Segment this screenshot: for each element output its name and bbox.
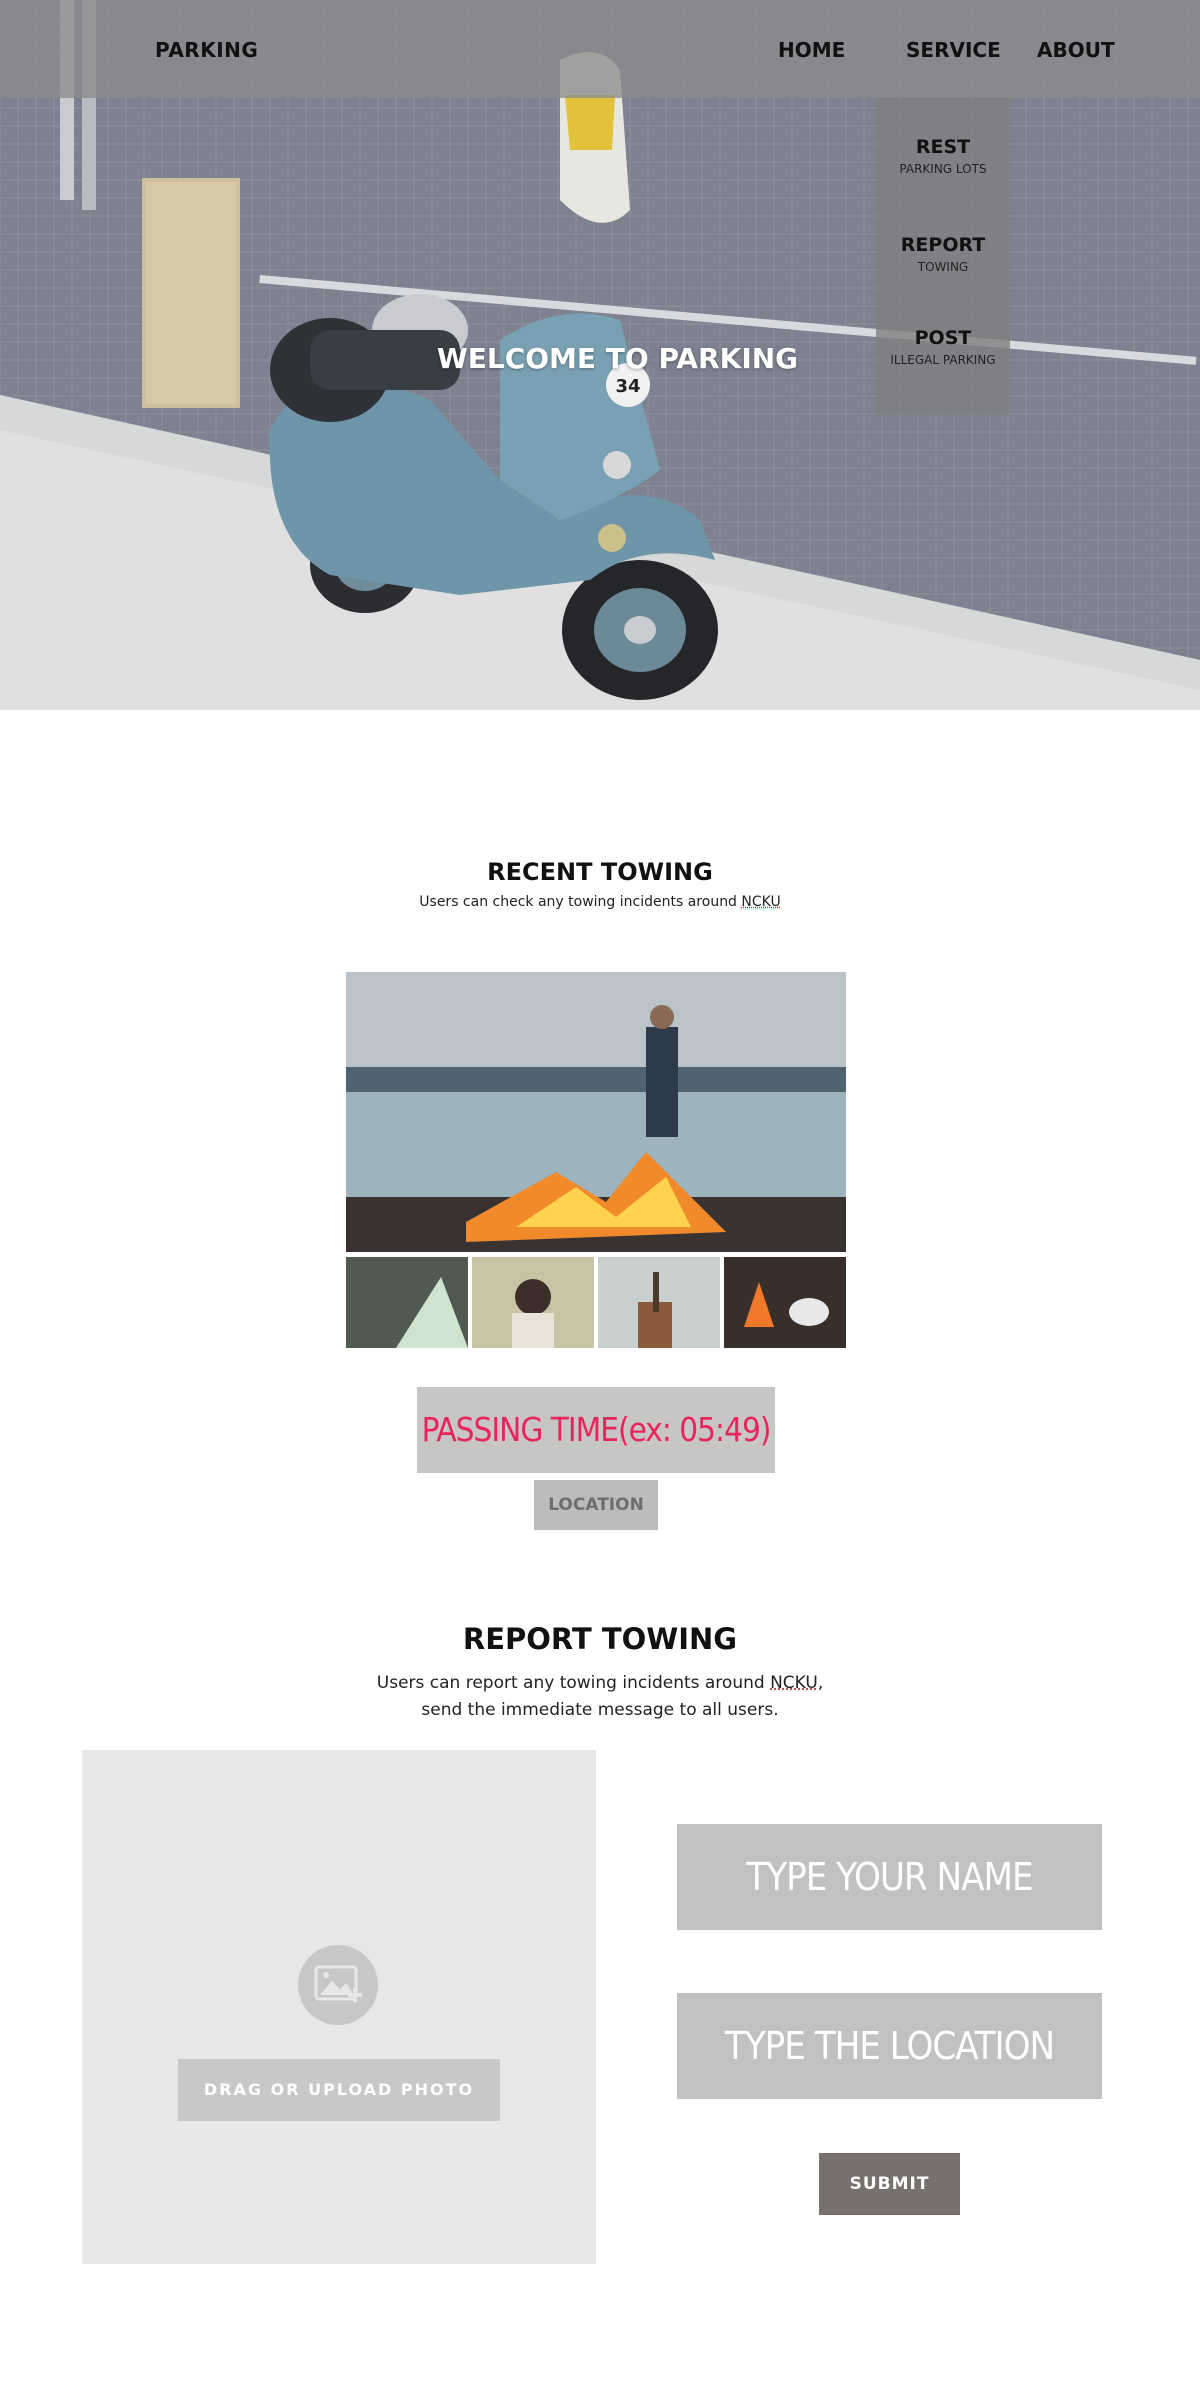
nav-home[interactable]: HOME: [778, 38, 845, 62]
hero-title: WELCOME TO PARKING: [436, 342, 799, 375]
coffee-fire-photo: [724, 1257, 846, 1348]
tent-photo: [346, 1257, 468, 1348]
person-photo: [472, 1257, 594, 1348]
subtitle-comma: ,: [817, 1673, 824, 1693]
menu-item-title: REST: [915, 136, 971, 158]
nav-about[interactable]: ABOUT: [1037, 38, 1115, 62]
ncku-text: NCKU: [741, 894, 781, 910]
gallery-thumb-3[interactable]: [598, 1257, 720, 1348]
submit-button[interactable]: SUBMIT: [819, 2153, 960, 2215]
menu-item-subtitle: TOWING: [917, 260, 969, 274]
subtitle-text: Users can report any towing incidents ar…: [376, 1673, 771, 1693]
menu-item-report[interactable]: REPORT TOWING: [876, 234, 1010, 274]
report-towing-title: REPORT TOWING: [462, 1622, 738, 1656]
recent-towing-title: RECENT TOWING: [487, 858, 713, 886]
location-button[interactable]: LOCATION: [534, 1480, 658, 1530]
gallery-thumb-2[interactable]: [472, 1257, 594, 1348]
top-navbar: PARKING HOME SERVICE ABOUT: [0, 0, 1200, 98]
nav-service[interactable]: SERVICE: [906, 38, 1001, 62]
gallery-thumb-1[interactable]: [346, 1257, 468, 1348]
menu-item-title: REPORT: [900, 234, 986, 256]
gallery-main-photo[interactable]: [346, 972, 846, 1252]
hero-banner: 34 PARKING HOME SERVICE ABOUT REST PARKI…: [0, 0, 1200, 710]
recent-towing-subtitle: Users can check any towing incidents aro…: [0, 894, 1200, 910]
image-add-icon: [298, 1945, 378, 2025]
subtitle-text-line2: send the immediate message to all users.: [421, 1700, 779, 1720]
ncku-text: NCKU: [770, 1673, 818, 1693]
menu-item-rest[interactable]: REST PARKING LOTS: [876, 136, 1010, 176]
scooter-number-label: 34: [615, 376, 640, 397]
axe-photo: [598, 1257, 720, 1348]
location-input[interactable]: TYPE THE LOCATION: [677, 1993, 1102, 2099]
gallery-thumb-4[interactable]: [724, 1257, 846, 1348]
campfire-lake-photo: [346, 972, 846, 1252]
brand-logo[interactable]: PARKING: [155, 38, 258, 62]
menu-item-subtitle: PARKING LOTS: [899, 162, 987, 176]
report-towing-subtitle: Users can report any towing incidents ar…: [0, 1670, 1200, 1724]
passing-time-box: PASSING TIME(ex: 05:49): [417, 1387, 775, 1473]
subtitle-text: Users can check any towing incidents aro…: [419, 894, 742, 910]
upload-photo-button[interactable]: DRAG OR UPLOAD PHOTO: [178, 2059, 500, 2121]
name-input[interactable]: TYPE YOUR NAME: [677, 1824, 1102, 1930]
photo-upload-dropzone[interactable]: DRAG OR UPLOAD PHOTO: [82, 1750, 596, 2264]
